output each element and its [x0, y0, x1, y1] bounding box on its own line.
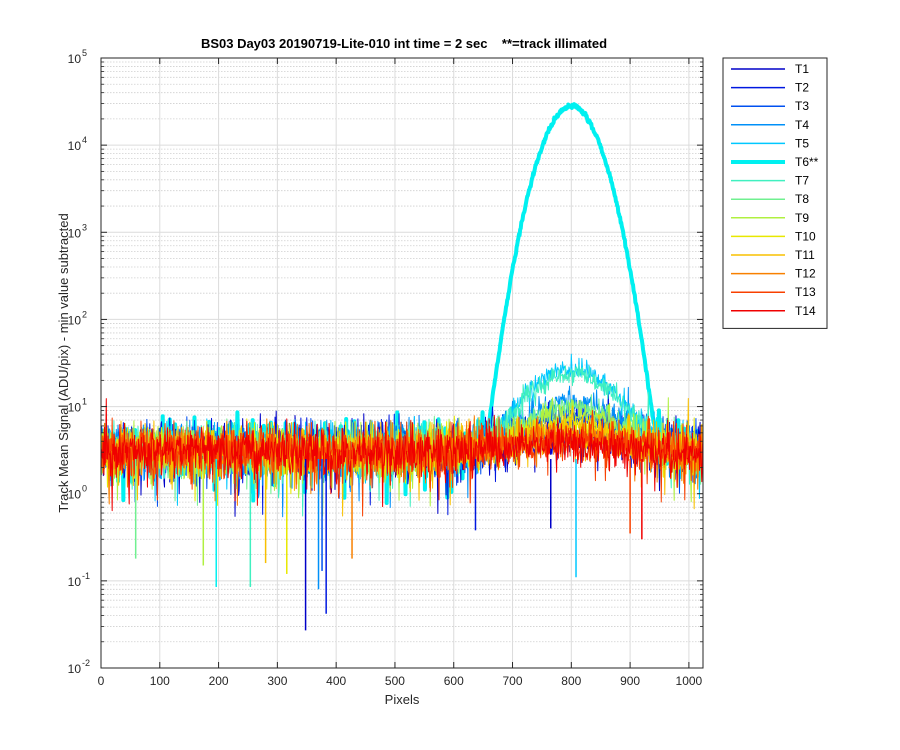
legend-label: T6**: [795, 155, 819, 169]
y-tick-label: 10: [68, 662, 82, 676]
y-axis-label: Track Mean Signal (ADU/pix) - min value …: [56, 213, 71, 512]
legend-label: T1: [795, 62, 809, 76]
y-tick-exponent: 4: [82, 135, 87, 145]
legend-label: T8: [795, 192, 809, 206]
y-tick-exponent: 2: [82, 309, 87, 319]
legend-label: T9: [795, 211, 809, 225]
line-chart: 0 100 200 300 400 500 600 700 800 900 100010 -210 -1…: [0, 0, 900, 750]
y-tick-label: 10: [68, 139, 82, 153]
legend-label: T10: [795, 229, 816, 243]
x-tick-label: 900: [620, 674, 640, 688]
legend: T1 T2 T3 T4 T5 T6** T7 T8 T9 T10 T11 T12 T13 T14: [722, 57, 828, 329]
x-tick-label: 600: [444, 674, 464, 688]
x-tick-label: 500: [385, 674, 405, 688]
x-axis-label: Pixels: [385, 692, 420, 707]
legend-label: T4: [795, 118, 809, 132]
x-tick-label: 0: [98, 674, 105, 688]
legend-label: T7: [795, 174, 809, 188]
legend-label: T3: [795, 99, 809, 113]
y-tick-exponent: 0: [82, 484, 87, 494]
legend-label: T11: [795, 248, 815, 262]
y-tick-label: 10: [68, 575, 82, 589]
legend-label: T5: [795, 136, 809, 150]
y-tick-exponent: 1: [82, 397, 87, 407]
x-tick-label: 200: [209, 674, 229, 688]
y-tick-exponent: 5: [82, 48, 87, 58]
legend-label: T12: [795, 267, 816, 281]
legend-label: T2: [795, 81, 809, 95]
y-tick-exponent: 3: [82, 222, 87, 232]
legend-label: T13: [795, 285, 816, 299]
y-tick-exponent: -1: [82, 571, 90, 581]
x-tick-label: 700: [503, 674, 523, 688]
y-tick-exponent: -2: [82, 658, 90, 668]
x-tick-label: 1000: [676, 674, 703, 688]
y-tick-label: 10: [68, 52, 82, 66]
x-tick-label: 800: [561, 674, 581, 688]
chart-title: BS03 Day03 20190719-Lite-010 int time = …: [201, 36, 607, 51]
x-tick-label: 100: [150, 674, 170, 688]
x-tick-label: 300: [267, 674, 287, 688]
legend-label: T14: [795, 304, 816, 318]
x-tick-label: 400: [326, 674, 346, 688]
